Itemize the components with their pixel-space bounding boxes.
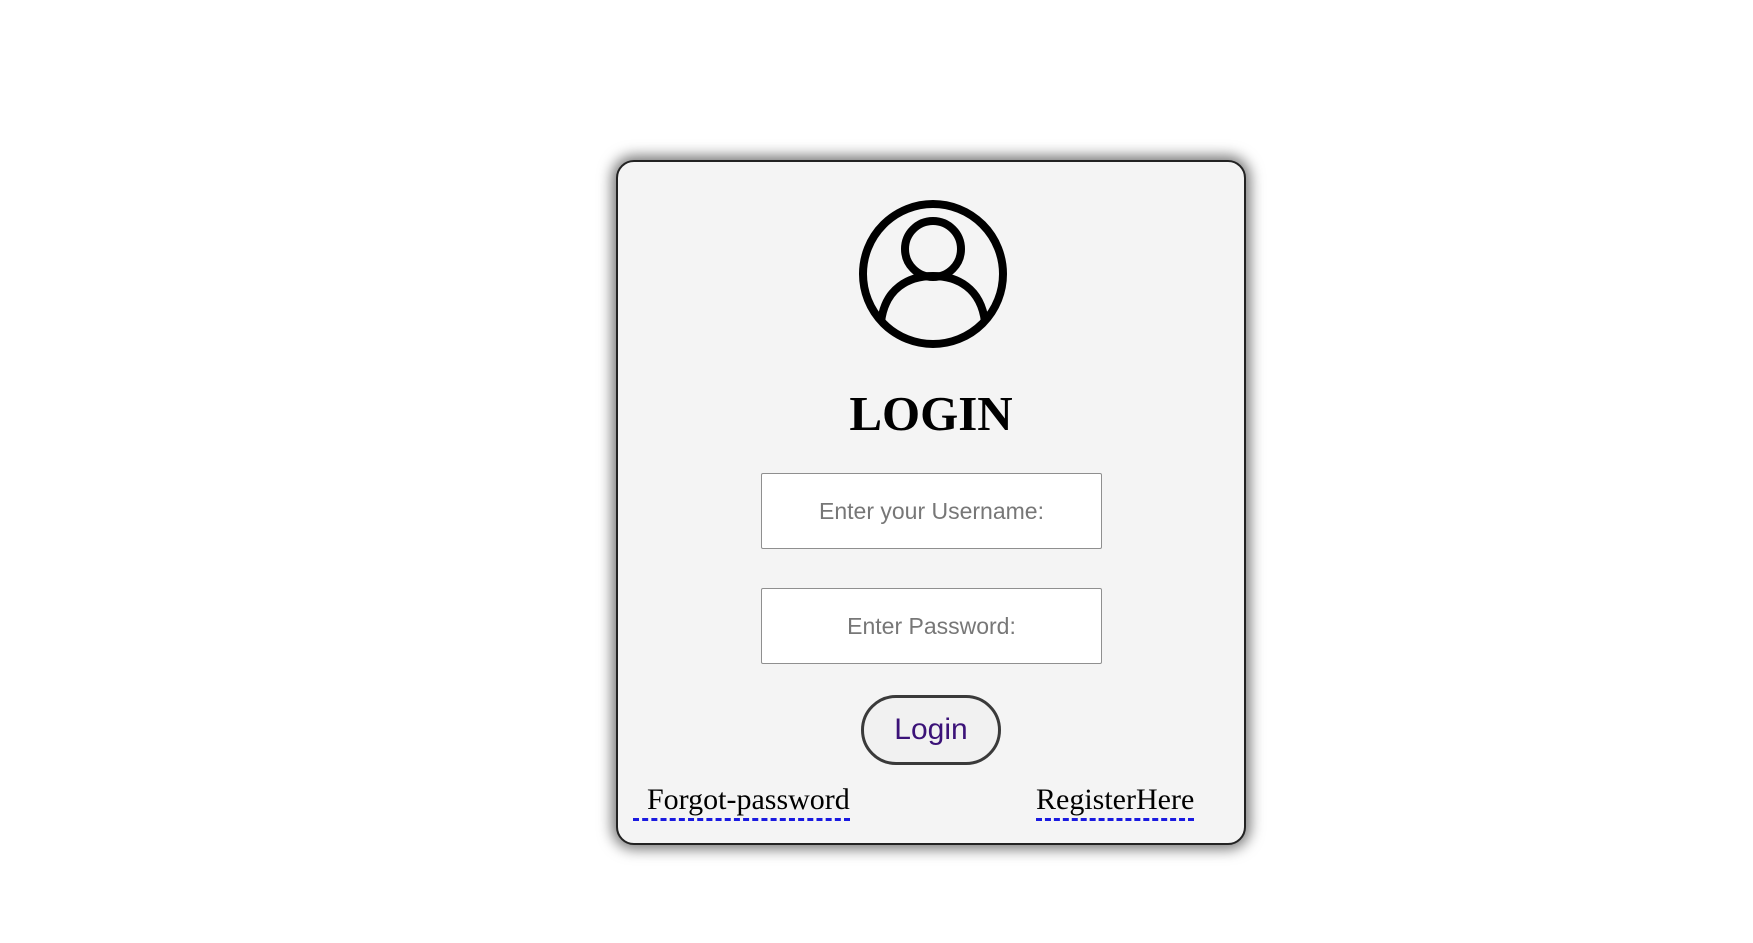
forgot-password-link[interactable]: Forgot-password: [633, 783, 850, 821]
register-link[interactable]: RegisterHere: [1036, 783, 1195, 821]
page-title: LOGIN: [849, 386, 1013, 441]
password-input[interactable]: [761, 588, 1102, 664]
login-card: LOGIN Login Forgot-password RegisterHere: [616, 160, 1246, 845]
username-input[interactable]: [761, 473, 1102, 549]
login-button[interactable]: Login: [861, 695, 1001, 765]
user-circle-icon: [859, 200, 1007, 348]
